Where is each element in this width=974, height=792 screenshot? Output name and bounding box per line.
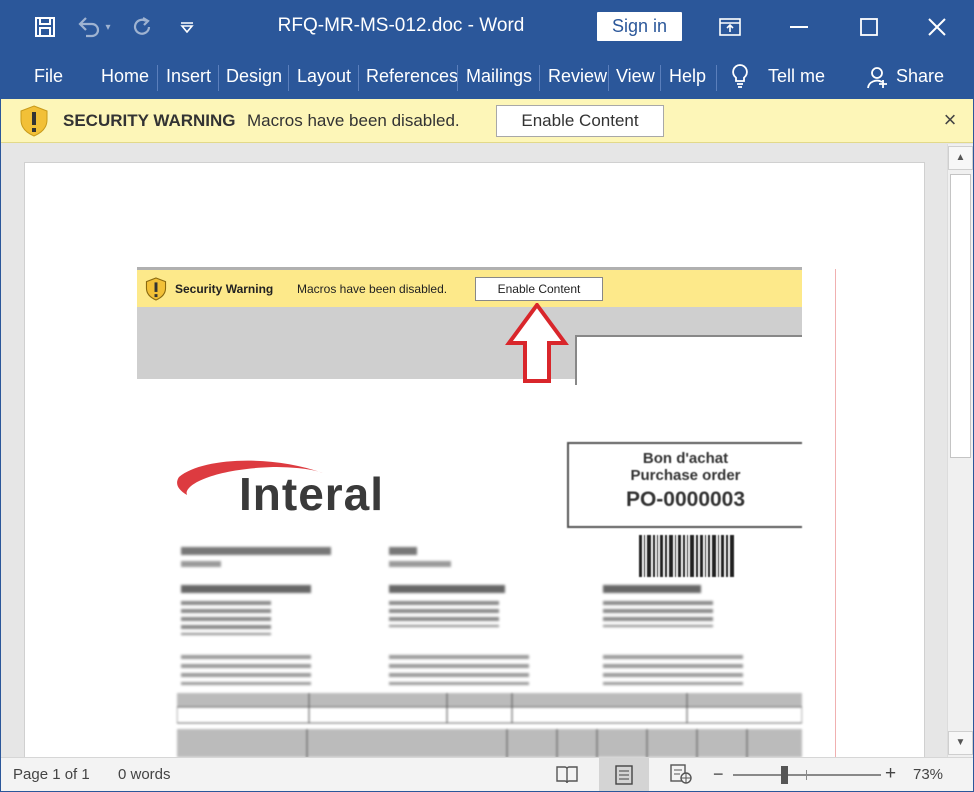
company-logo-text: Interal (239, 468, 385, 520)
document-page[interactable]: Security Warning Macros have been disabl… (25, 163, 924, 757)
undo-dropdown-icon[interactable]: ▾ (101, 13, 115, 41)
title-bar: ▾ RFQ-MR-MS-012.doc - Word Sign in (1, 1, 973, 53)
tab-separator (660, 65, 661, 91)
tab-view[interactable]: View (616, 66, 655, 87)
enable-content-button[interactable]: Enable Content (496, 105, 664, 137)
scroll-down-icon[interactable]: ▼ (948, 731, 973, 755)
ribbon-display-options-icon[interactable] (707, 11, 753, 43)
embedded-shield-icon (145, 277, 167, 301)
tab-insert[interactable]: Insert (166, 66, 211, 87)
web-layout-icon[interactable] (669, 763, 695, 787)
tab-home[interactable]: Home (101, 66, 149, 87)
embedded-warning-text: Macros have been disabled. (297, 282, 448, 296)
tab-separator (157, 65, 158, 91)
zoom-level[interactable]: 73% (913, 766, 943, 783)
tab-separator (457, 65, 458, 91)
warning-title: SECURITY WARNING (63, 111, 236, 130)
redo-icon[interactable] (129, 13, 157, 41)
print-layout-icon[interactable] (599, 758, 649, 791)
undo-icon[interactable] (75, 13, 103, 41)
tab-separator (358, 65, 359, 91)
purchase-order-box: Bon d'achat Purchase order PO-0000003 (567, 442, 802, 528)
share-icon[interactable] (865, 65, 889, 94)
tab-review[interactable]: Review (548, 66, 607, 87)
save-icon[interactable] (31, 13, 59, 41)
embedded-grey-cutout (575, 335, 802, 385)
embedded-warning-bar: Security Warning Macros have been disabl… (137, 267, 802, 307)
tab-design[interactable]: Design (226, 66, 282, 87)
zoom-center-tick (806, 770, 807, 780)
tab-references[interactable]: References (366, 66, 458, 87)
tab-layout[interactable]: Layout (297, 66, 351, 87)
embedded-lure-image: Security Warning Macros have been disabl… (137, 267, 802, 757)
zoom-in-button[interactable]: + (885, 763, 896, 785)
po-title-fr: Bon d'achat (642, 450, 729, 467)
warning-message: Macros have been disabled. (247, 111, 460, 130)
zoom-slider-thumb[interactable] (781, 766, 789, 784)
page-count[interactable]: Page 1 of 1 (13, 766, 90, 783)
security-warning-bar: SECURITY WARNING Macros have been disabl… (1, 99, 973, 143)
document-canvas: Security Warning Macros have been disabl… (1, 144, 947, 757)
maximize-icon[interactable] (846, 11, 892, 43)
embedded-enable-content-button: Enable Content (475, 277, 603, 301)
status-bar: Page 1 of 1 0 words − + 73% (1, 757, 973, 791)
word-count[interactable]: 0 words (118, 766, 171, 783)
tab-separator (608, 65, 609, 91)
read-mode-icon[interactable] (555, 763, 581, 787)
minimize-icon[interactable] (776, 11, 822, 43)
share-button[interactable]: Share (896, 66, 944, 87)
tab-separator (218, 65, 219, 91)
tab-mailings[interactable]: Mailings (466, 66, 532, 87)
zoom-slider[interactable] (733, 766, 881, 784)
document-title: RFQ-MR-MS-012.doc - Word (277, 15, 525, 36)
close-icon[interactable] (914, 11, 960, 43)
po-number: PO-0000003 (625, 488, 746, 511)
word-window: ▾ RFQ-MR-MS-012.doc - Word Sign in File … (0, 0, 974, 792)
scroll-up-icon[interactable]: ▲ (948, 146, 973, 170)
ribbon-tabs: File Home Insert Design Layout Reference… (1, 53, 973, 99)
tab-file[interactable]: File (34, 66, 63, 87)
po-title-en: Purchase order (630, 467, 741, 484)
tab-help[interactable]: Help (669, 66, 706, 87)
zoom-out-button[interactable]: − (713, 764, 724, 785)
scroll-thumb[interactable] (950, 174, 971, 458)
sign-in-button[interactable]: Sign in (597, 12, 682, 41)
tab-separator (288, 65, 289, 91)
tab-separator (539, 65, 540, 91)
vertical-scrollbar[interactable]: ▲ ▼ (947, 144, 973, 757)
margin-line (835, 269, 836, 757)
blurred-order-table (177, 693, 802, 757)
customize-toolbar-icon[interactable] (173, 13, 201, 41)
tab-separator (716, 65, 717, 91)
close-warning-icon[interactable]: × (939, 109, 961, 131)
barcode-icon (639, 535, 734, 577)
lightbulb-icon[interactable] (730, 63, 750, 94)
shield-warning-icon (19, 105, 49, 137)
embedded-warning-title: Security Warning (175, 282, 274, 296)
tell-me-search[interactable]: Tell me (768, 66, 825, 87)
red-arrow-icon (505, 303, 569, 383)
